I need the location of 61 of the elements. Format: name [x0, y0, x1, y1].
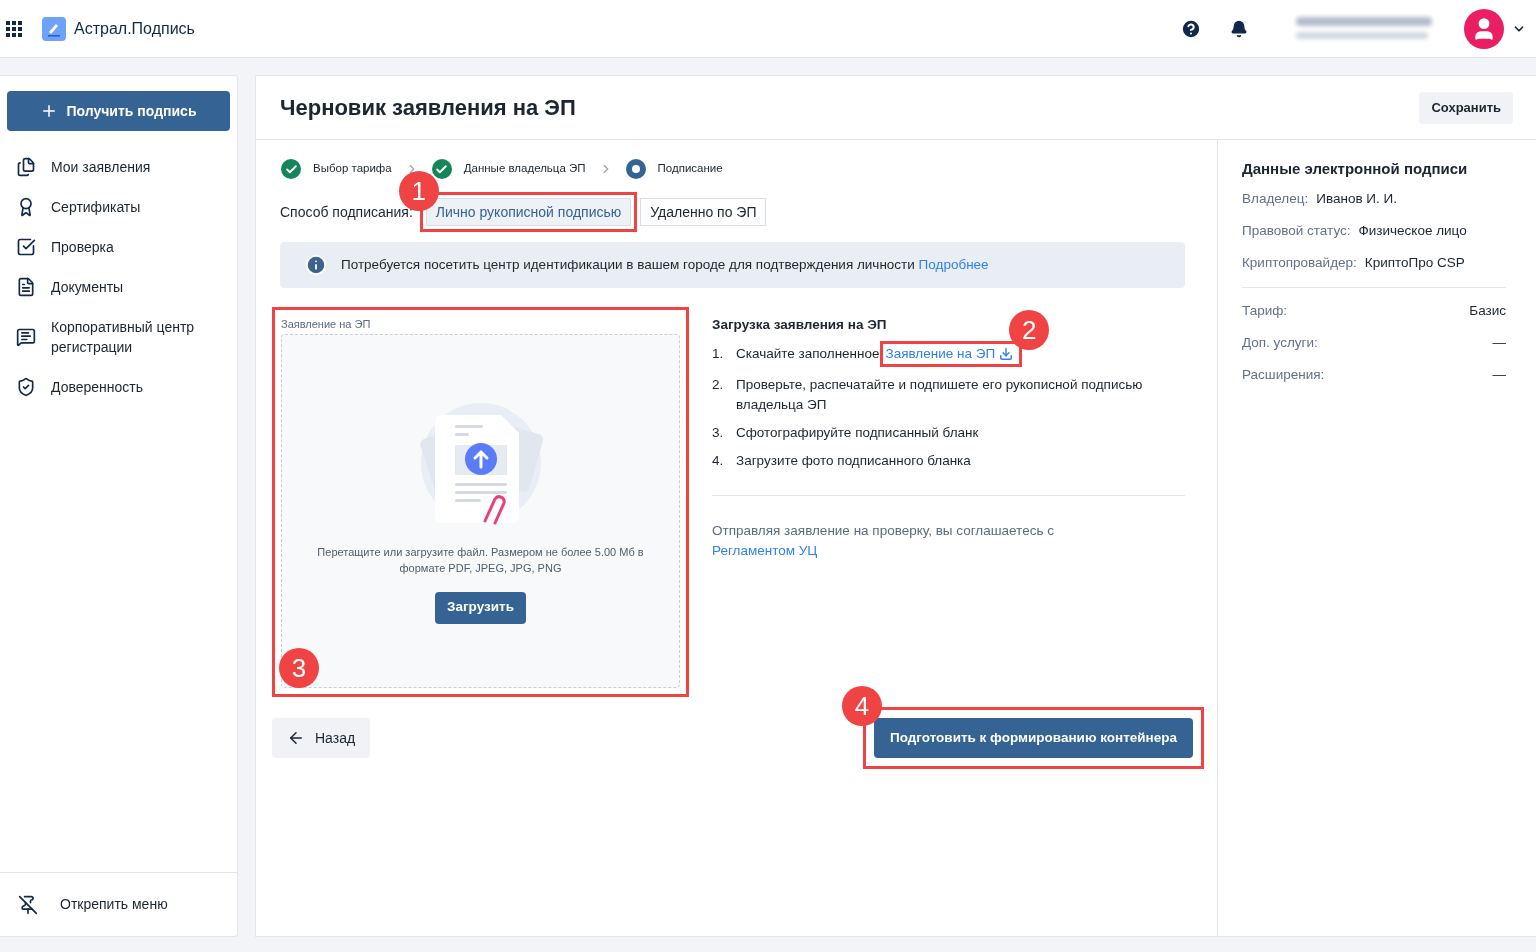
files-icon [16, 157, 36, 177]
sidebar-item[interactable]: Сертификаты [0, 187, 237, 227]
upload-button[interactable]: Загрузить [435, 591, 526, 624]
callout-number: 4 [841, 686, 882, 726]
field-label: Тариф: [1242, 301, 1288, 320]
info-icon [305, 254, 327, 276]
unpin-menu-item[interactable]: Открепить меню [0, 872, 237, 936]
chat-icon [16, 327, 36, 347]
field-value: — [1492, 333, 1506, 352]
prepare-container-button[interactable]: Подготовить к формированию контейнера [873, 718, 1193, 758]
help-icon[interactable] [1180, 17, 1202, 40]
checkbox-icon [16, 237, 36, 257]
signing-method-tab[interactable]: Удаленно по ЭП [640, 198, 767, 226]
agreement-text: Отправляя заявление на проверку, вы соглашаетесь с Регламентом УЦ [712, 522, 1055, 561]
sidebar-item[interactable]: Доверенность [0, 367, 237, 407]
document-icon [16, 277, 36, 297]
callout-number: 2 [1009, 310, 1050, 351]
step-number: 1. [712, 345, 725, 364]
sidebar-item[interactable]: Мои заявления [0, 147, 237, 187]
get-signature-button[interactable]: Получить подпись [7, 91, 230, 131]
field-label: Доп. услуги: [1242, 333, 1318, 352]
sidebar-item[interactable]: Документы [0, 267, 237, 307]
app-logo-icon [42, 16, 66, 41]
step-number: 4. [712, 452, 725, 471]
field-label: Владелец: [1242, 189, 1309, 208]
field-value: Базис [1469, 301, 1506, 320]
info-text: Потребуется посетить центр идентификации в вашем городе для подтверждения личности Подробнее [341, 255, 989, 274]
field-value: — [1492, 365, 1506, 384]
step-number: 2. [712, 376, 725, 395]
app-name[interactable]: Астрал.Подпись [74, 16, 195, 41]
field-label: Правовой статус: [1242, 221, 1351, 240]
signing-method-tab[interactable]: Лично рукописной подписью [425, 198, 632, 226]
unpin-icon [18, 894, 38, 915]
field-value: Физическое лицо [1358, 221, 1467, 240]
instruction-text: Загрузите фото подписанного бланка [736, 452, 972, 471]
field-value: КриптоПро CSP [1364, 253, 1465, 272]
field-label: Криптопровайдер: [1242, 253, 1357, 272]
download-icon [999, 347, 1014, 362]
summary-title: Данные электронной подписи [1242, 159, 1469, 179]
step-label: Выбор тарифа [313, 161, 392, 177]
upload-hint: Перетащите или загрузите файл. Размером не более 5.00 Мб в формате PDF, JPEG, JPG, PNG [316, 544, 645, 576]
step-number: 3. [712, 424, 725, 443]
shield-icon [16, 377, 36, 397]
instruction-text: Сфотографируйте подписанный бланк [736, 424, 980, 443]
regulations-link[interactable]: Регламентом УЦ [712, 543, 818, 559]
apps-grid-icon[interactable] [6, 20, 22, 37]
sidebar-item[interactable]: Проверка [0, 227, 237, 267]
back-button[interactable]: Назад [272, 718, 371, 758]
instruction-text: Скачайте заполненное [736, 345, 880, 364]
avatar[interactable] [1464, 8, 1504, 49]
notification-icon[interactable] [1230, 19, 1248, 38]
sidebar-item[interactable]: Корпоративный центр регистрации [0, 307, 237, 367]
step-label: Подписание [657, 161, 723, 177]
instruction-text: Проверьте, распечатайте и подпишете его рукописной подписью владельца ЭП [736, 376, 1144, 415]
instructions-title: Загрузка заявления на ЭП [712, 316, 887, 334]
page-title: Черновик заявления на ЭП [280, 94, 576, 122]
step-label: Данные владельца ЭП [463, 161, 586, 177]
field-label: Расширения: [1242, 365, 1325, 384]
upload-label: Заявление на ЭП [281, 317, 372, 332]
save-button[interactable]: Сохранить [1419, 91, 1513, 124]
field-value: Иванов И. И. [1316, 189, 1397, 208]
